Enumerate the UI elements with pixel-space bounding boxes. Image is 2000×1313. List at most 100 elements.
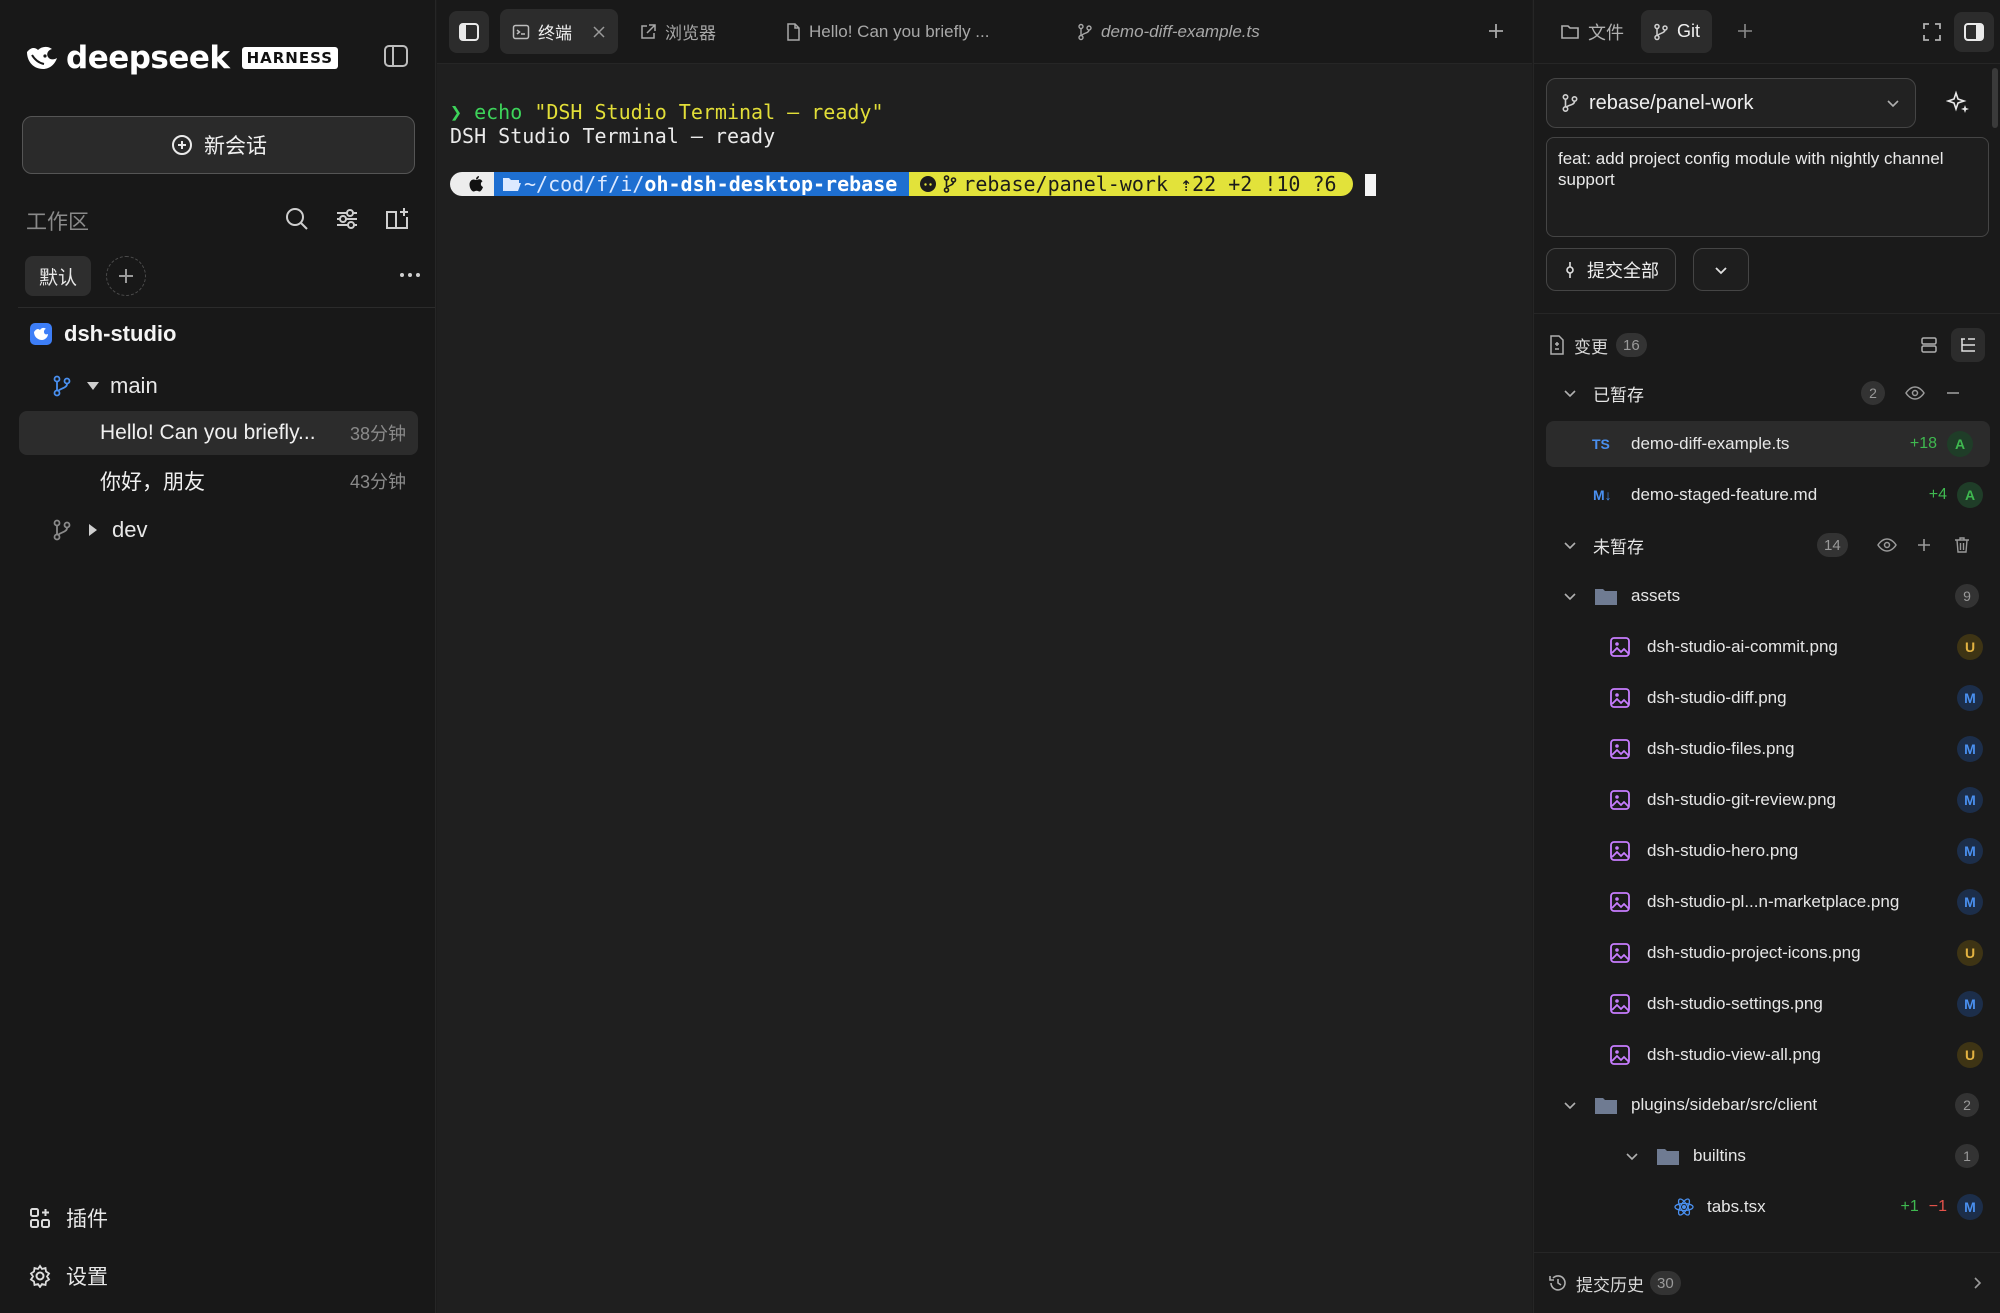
file-row[interactable]: dsh-studio-diff.png M <box>1534 675 2000 721</box>
session-item[interactable]: Hello! Can you briefly... 38分钟 <box>19 411 418 455</box>
filter-button[interactable] <box>333 205 361 233</box>
plus-icon <box>1489 24 1503 38</box>
branch-label: main <box>110 373 158 398</box>
status-badge: M <box>1957 1194 1983 1220</box>
divider <box>18 307 435 308</box>
image-file-icon <box>1610 790 1630 810</box>
terminal-output[interactable]: ❯ echo "DSH Studio Terminal – ready" DSH… <box>450 100 884 148</box>
project-icon <box>30 323 52 345</box>
status-badge: M <box>1957 838 1983 864</box>
tab-diff-file[interactable]: demo-diff-example.ts <box>1065 9 1272 54</box>
left-sidebar: deepseek HARNESS 新会话 工作区 默认 dsh-studio m… <box>0 0 436 1313</box>
file-row[interactable]: tabs.tsx +1 −1 M <box>1534 1184 2000 1230</box>
file-row[interactable]: dsh-studio-view-all.png U <box>1534 1032 2000 1078</box>
eye-icon[interactable] <box>1905 385 1925 401</box>
lines-added: +4 <box>1928 486 1947 503</box>
ai-generate-message-button[interactable] <box>1946 90 1972 116</box>
commit-message-input[interactable]: feat: add project config module with nig… <box>1546 137 1989 237</box>
file-stats: U <box>1957 1042 1983 1068</box>
plugins-button[interactable]: 插件 <box>28 1203 108 1233</box>
chevron-right-icon <box>1974 1277 1982 1289</box>
chevron-down-icon <box>1887 100 1899 108</box>
image-file-icon <box>1610 688 1630 708</box>
file-row[interactable]: dsh-studio-settings.png M <box>1534 981 2000 1027</box>
trash-icon[interactable] <box>1954 536 1970 554</box>
settings-button[interactable]: 设置 <box>28 1261 108 1291</box>
plus-icon[interactable] <box>1916 537 1932 553</box>
file-row[interactable]: dsh-studio-files.png M <box>1534 726 2000 772</box>
search-button[interactable] <box>283 205 311 233</box>
commit-options-button[interactable] <box>1693 248 1749 291</box>
status-badge: U <box>1957 1042 1983 1068</box>
plus-circle-icon <box>172 135 192 155</box>
project-item[interactable]: dsh-studio <box>30 321 176 347</box>
commit-history-bar[interactable]: 提交历史 30 <box>1534 1252 2000 1313</box>
lines-added: +1 <box>1900 1198 1919 1215</box>
typescript-icon: TS <box>1592 436 1610 452</box>
file-name: dsh-studio-files.png <box>1647 739 1795 758</box>
divider <box>1534 313 2000 314</box>
folder-row[interactable]: plugins/sidebar/src/client 2 <box>1534 1082 2000 1128</box>
branch-selector[interactable]: rebase/panel-work <box>1546 78 1916 128</box>
plus-icon <box>1738 24 1752 38</box>
workspace-more-button[interactable] <box>398 262 422 288</box>
tab-git[interactable]: Git <box>1641 10 1713 53</box>
file-row[interactable]: M↓ demo-staged-feature.md +4 A <box>1534 472 2000 518</box>
minus-icon[interactable] <box>1945 385 1961 401</box>
project-name: dsh-studio <box>64 321 177 346</box>
staged-label: 已暂存 <box>1593 385 1644 405</box>
file-stats: M <box>1957 838 1983 864</box>
unstaged-section-header[interactable]: 未暂存 14 <box>1534 522 2000 568</box>
file-row[interactable]: dsh-studio-project-icons.png U <box>1534 930 2000 976</box>
file-row[interactable]: dsh-studio-ai-commit.png U <box>1534 624 2000 670</box>
external-link-icon <box>641 23 656 39</box>
tab-terminal[interactable]: 终端 <box>500 9 618 54</box>
brand-logo[interactable]: deepseek HARNESS <box>24 40 339 76</box>
add-panel-tab-button[interactable] <box>1735 21 1755 41</box>
folder-count: 1 <box>1955 1144 1979 1168</box>
workspace-chip-default[interactable]: 默认 <box>25 256 92 296</box>
staged-count: 2 <box>1861 381 1885 405</box>
git-commit-icon <box>1566 261 1574 278</box>
branch-item-main[interactable]: main <box>52 373 158 399</box>
eye-icon[interactable] <box>1877 537 1897 553</box>
tab-browser[interactable]: 浏览器 <box>627 9 728 54</box>
fullscreen-button[interactable] <box>1921 21 1943 43</box>
file-name: dsh-studio-pl...n-marketplace.png <box>1647 892 1900 911</box>
file-stats: M <box>1957 736 1983 762</box>
tab-chat-session[interactable]: Hello! Can you briefly ... <box>773 9 1001 54</box>
gear-icon <box>29 1264 51 1288</box>
toggle-left-panel-button[interactable] <box>449 11 489 53</box>
close-icon[interactable] <box>592 25 606 39</box>
collapse-sidebar-button[interactable] <box>382 42 410 70</box>
branch-item-dev[interactable]: dev <box>52 517 147 543</box>
chevron-down-icon <box>1564 390 1576 398</box>
folder-name: builtins <box>1693 1146 1746 1165</box>
tab-label: 终端 <box>538 24 572 43</box>
add-tab-button[interactable] <box>1485 20 1507 42</box>
prompt-git-status: rebase/panel-work ⇡22 +2 !10 ?6 <box>909 172 1353 196</box>
file-row[interactable]: dsh-studio-pl...n-marketplace.png M <box>1534 879 2000 925</box>
session-title: 你好，朋友 <box>100 471 205 494</box>
image-file-icon <box>1610 943 1630 963</box>
session-item[interactable]: 你好，朋友 43分钟 <box>19 459 418 503</box>
tab-files[interactable]: 文件 <box>1548 10 1636 53</box>
add-folder-button[interactable] <box>383 205 411 233</box>
add-workspace-button[interactable] <box>106 256 146 296</box>
collapse-all-icon[interactable] <box>1920 336 1938 354</box>
file-name: demo-staged-feature.md <box>1631 485 1818 504</box>
file-icon <box>787 22 800 41</box>
commit-all-button[interactable]: 提交全部 <box>1546 248 1676 291</box>
file-row[interactable]: TS demo-diff-example.ts +18 A <box>1546 421 1990 467</box>
github-icon <box>920 176 937 192</box>
folder-row[interactable]: builtins 1 <box>1534 1133 2000 1179</box>
file-row[interactable]: dsh-studio-hero.png M <box>1534 828 2000 874</box>
folder-count: 9 <box>1955 584 1979 608</box>
scrollbar[interactable] <box>1992 68 1998 128</box>
file-row[interactable]: dsh-studio-git-review.png M <box>1534 777 2000 823</box>
folder-row[interactable]: assets 9 <box>1534 573 2000 619</box>
toggle-right-panel-button[interactable] <box>1954 12 1994 52</box>
tree-view-button[interactable] <box>1951 328 1985 362</box>
new-chat-button[interactable]: 新会话 <box>22 116 415 174</box>
staged-section-header[interactable]: 已暂存 2 <box>1534 370 2000 416</box>
